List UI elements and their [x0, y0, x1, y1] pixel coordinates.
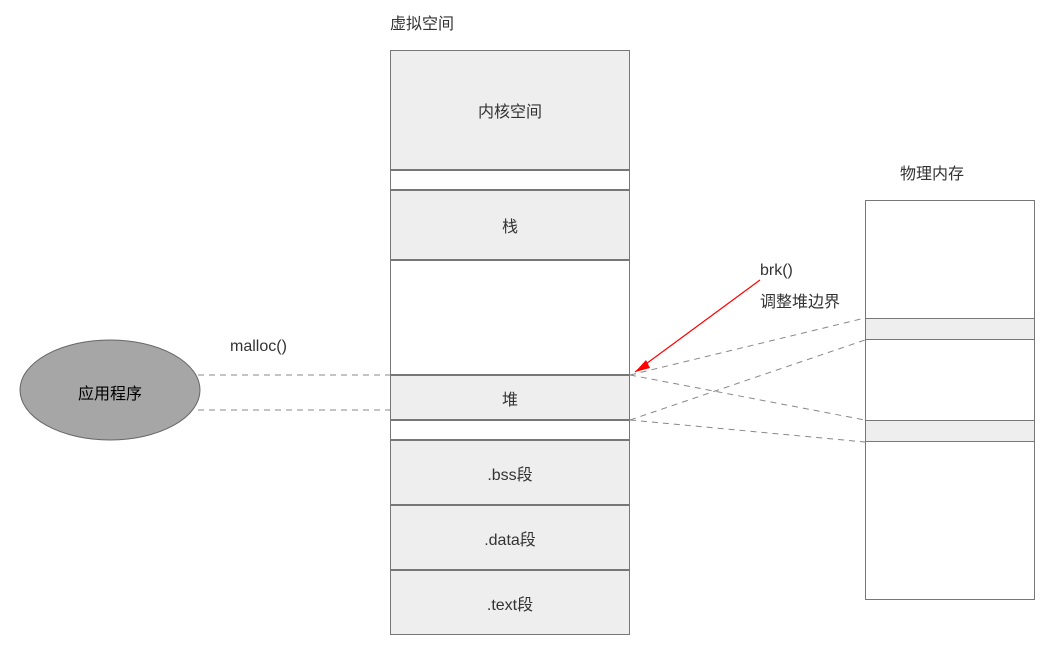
- segment-text-label: .text段: [487, 591, 533, 615]
- physical-memory-frame: [865, 200, 1035, 600]
- brk-desc-label: 调整堆边界: [760, 288, 840, 312]
- segment-growth-gap: [390, 260, 630, 375]
- segment-gap-2: [390, 420, 630, 440]
- map-line-1: [630, 318, 865, 375]
- physical-slot-1: [865, 318, 1035, 340]
- segment-bss-label: .bss段: [487, 461, 532, 485]
- map-line-3: [630, 375, 865, 420]
- physical-slot-2: [865, 420, 1035, 442]
- segment-heap-label: 堆: [502, 386, 518, 410]
- map-line-4: [630, 420, 865, 442]
- physical-memory-column: [865, 200, 1035, 600]
- malloc-label: malloc(): [230, 338, 287, 356]
- segment-kernel: 内核空间: [390, 50, 630, 170]
- physical-memory-title: 物理内存: [900, 160, 964, 184]
- segment-gap-1: [390, 170, 630, 190]
- map-line-2: [630, 340, 865, 420]
- segment-text: .text段: [390, 570, 630, 635]
- virtual-space-title: 虚拟空间: [390, 10, 454, 34]
- brk-arrow-line: [635, 280, 760, 372]
- segment-stack: 栈: [390, 190, 630, 260]
- segment-kernel-label: 内核空间: [478, 98, 542, 122]
- segment-data: .data段: [390, 505, 630, 570]
- app-label: 应用程序: [78, 380, 142, 404]
- segment-heap: 堆: [390, 375, 630, 420]
- segment-data-label: .data段: [484, 526, 536, 550]
- segment-stack-label: 栈: [502, 213, 518, 237]
- brk-arrow-head: [635, 360, 650, 372]
- segment-bss: .bss段: [390, 440, 630, 505]
- brk-label: brk(): [760, 262, 793, 280]
